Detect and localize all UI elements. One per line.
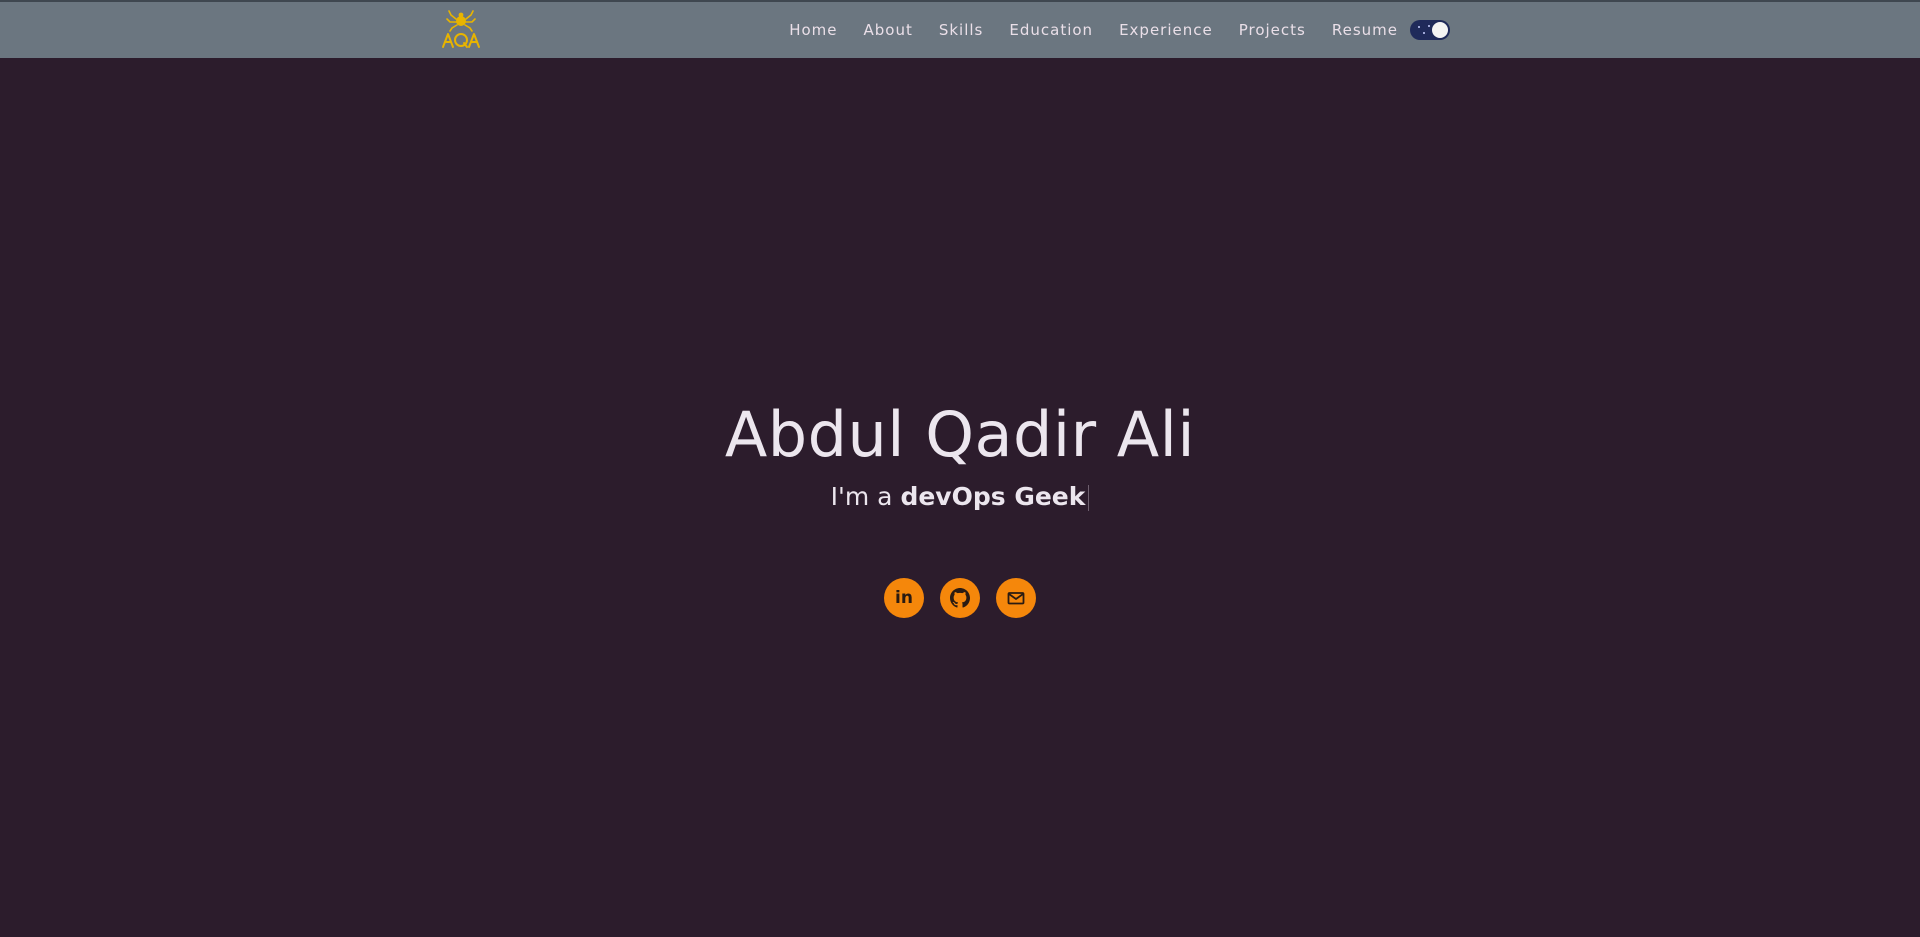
linkedin-icon: in <box>895 587 913 608</box>
github-icon <box>950 588 970 608</box>
theme-toggle[interactable] <box>1410 20 1450 40</box>
star-icon <box>1418 26 1420 28</box>
hero-name: Abdul Qadir Ali <box>724 398 1196 471</box>
mail-button[interactable] <box>996 578 1036 618</box>
linkedin-button[interactable]: in <box>884 578 924 618</box>
nav-link-home[interactable]: Home <box>789 21 837 39</box>
mail-icon <box>1007 592 1025 605</box>
tagline-role: devOps Geek <box>900 482 1086 511</box>
nav-link-experience[interactable]: Experience <box>1119 21 1213 39</box>
github-button[interactable] <box>940 578 980 618</box>
typing-cursor <box>1088 485 1090 511</box>
aqa-logo-icon[interactable] <box>440 10 482 50</box>
tagline-prefix: I'm a <box>830 482 901 511</box>
hero-tagline: I'm a devOps Geek <box>0 482 1920 512</box>
nav-link-projects[interactable]: Projects <box>1239 21 1306 39</box>
nav-link-skills[interactable]: Skills <box>939 21 984 39</box>
social-links: in <box>0 578 1920 618</box>
hero-section: Abdul Qadir Ali I'm a devOps Geek <box>0 400 1920 512</box>
nav-link-education[interactable]: Education <box>1009 21 1093 39</box>
navbar: Home About Skills Education Experience P… <box>0 0 1920 58</box>
toggle-knob <box>1432 22 1448 38</box>
star-icon <box>1428 25 1430 27</box>
nav-link-about[interactable]: About <box>863 21 912 39</box>
nav-link-resume[interactable]: Resume <box>1332 21 1398 39</box>
star-icon <box>1423 32 1425 34</box>
nav-links: Home About Skills Education Experience P… <box>789 2 1450 58</box>
